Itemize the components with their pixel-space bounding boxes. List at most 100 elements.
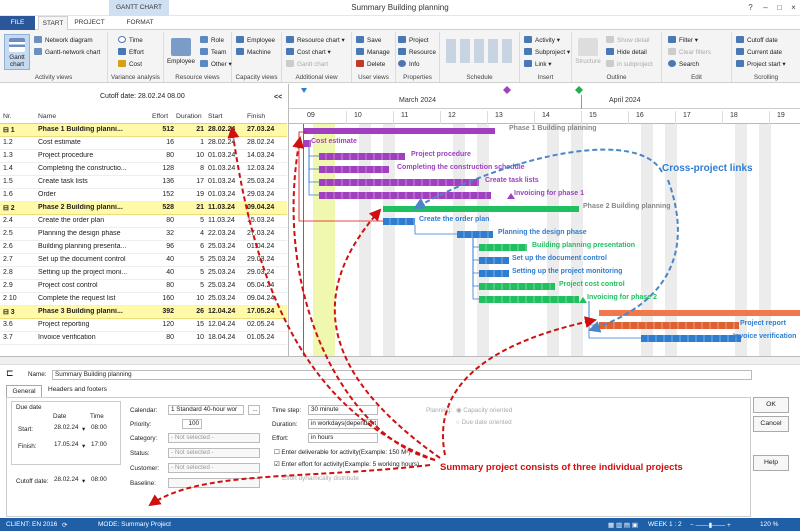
tab-format[interactable]: FORMAT	[120, 16, 160, 30]
calendar-browse-button[interactable]: ...	[248, 405, 260, 415]
due-date-oriented-radio[interactable]: ○ Due date oriented	[456, 419, 512, 426]
capacity-machine-button[interactable]: Machine	[236, 48, 271, 58]
insert-link-dropdown[interactable]: Link ▾	[524, 60, 551, 70]
baseline-select[interactable]	[168, 478, 260, 488]
gantt-network-button[interactable]: Gantt-network chart	[34, 48, 100, 58]
info-button[interactable]: Info	[398, 60, 420, 70]
gantt-chart-button[interactable]: Gantt chart	[4, 34, 30, 70]
team-button[interactable]: Team	[200, 48, 226, 58]
variance-time-button[interactable]: Time	[118, 36, 143, 46]
table-row[interactable]: 1.5 Create task lists 136 17 01.03.24 25.03.2…	[0, 176, 287, 189]
col-effort[interactable]: Effort	[152, 113, 168, 120]
schedule-icons[interactable]	[446, 39, 514, 63]
table-row[interactable]: 2.6 Building planning presenta... 96 6 25.03…	[0, 241, 287, 254]
table-row[interactable]: 2.4 Create the order plan 80 5 11.03.24 15.03…	[0, 215, 287, 228]
effort-checkbox[interactable]: ☑ Enter effort for activity(Example: 5 w…	[274, 461, 419, 468]
col-start[interactable]: Start	[208, 113, 222, 120]
deliverable-checkbox[interactable]: ☐ Enter deliverable for activity(Example…	[274, 449, 411, 456]
role-button[interactable]: Role	[200, 36, 224, 46]
splitter[interactable]	[0, 357, 800, 365]
gantt-chart[interactable]: March 2024 April 2024 09 10 11 12 13 14 15 16 17…	[288, 84, 800, 356]
customer-select[interactable]: - Not selected -	[168, 463, 260, 473]
clear-filters-button[interactable]: Clear filters	[668, 48, 711, 58]
hide-detail-button[interactable]: Hide detail	[606, 48, 647, 58]
network-diagram-button[interactable]: Network diagram	[34, 36, 93, 46]
duration-select[interactable]: in workdays(dependent on project)	[308, 419, 378, 429]
manage-views-button[interactable]: Manage	[356, 48, 390, 58]
variance-effort-button[interactable]: Effort	[118, 48, 144, 58]
minimize-button[interactable]: –	[760, 2, 771, 13]
help-icon[interactable]: ?	[745, 2, 756, 13]
zoom-slider[interactable]: − ——▮—— +	[690, 521, 731, 529]
col-name[interactable]: Name	[38, 113, 56, 120]
close-button[interactable]: ×	[788, 2, 799, 13]
table-row[interactable]: 1.4 Completing the constructio... 128 8 01.0…	[0, 163, 287, 176]
capacity-employee-button[interactable]: Employee	[236, 36, 275, 46]
cutoff-date-input[interactable]: 28.02.24	[52, 476, 82, 486]
table-row[interactable]: 3.6 Project reporting 120 15 12.04.24 02.05.2…	[0, 319, 287, 332]
other-resource-dropdown[interactable]: Other ▾	[200, 60, 232, 70]
col-finish[interactable]: Finish	[247, 113, 265, 120]
additional-gantt-button[interactable]: Gantt chart	[286, 60, 328, 70]
cutoff-time-input[interactable]: 08:00	[89, 476, 117, 486]
start-time-input[interactable]: 08:00	[89, 424, 117, 434]
filter-dropdown[interactable]: Filter ▾	[668, 36, 698, 46]
col-duration[interactable]: Duration	[176, 113, 202, 120]
in-subproject-button[interactable]: in subproject	[606, 60, 653, 70]
priority-input[interactable]: 100	[182, 419, 202, 429]
table-row[interactable]: 3.7 Invoice verification 80 10 18.04.24 01.05…	[0, 332, 287, 345]
finish-time-input[interactable]: 17:00	[89, 441, 117, 451]
table-row[interactable]: 1.2 Cost estimate 16 1 28.02.24 28.02.24	[0, 137, 287, 150]
show-detail-button[interactable]: Show detail	[606, 36, 650, 46]
pin-icon[interactable]: ⊏	[6, 368, 14, 379]
tab-headers-footers[interactable]: Headers and footers	[48, 386, 107, 393]
finish-date-input[interactable]: 17.05.24	[52, 441, 82, 451]
summary-row[interactable]: ⊟ 2 Phase 2 Building planni... 528 21 11.03.…	[0, 202, 287, 215]
table-row[interactable]: 1.3 Project procedure 80 10 01.03.24 14.03.24	[0, 150, 287, 163]
calendar-select[interactable]: 1 Standard 40-hour wor	[168, 405, 244, 415]
ok-button[interactable]: OK	[753, 397, 789, 413]
timestep-select[interactable]: 30 minute	[308, 405, 378, 415]
collapse-table-button[interactable]: <<	[274, 94, 282, 101]
cancel-button[interactable]: Cancel	[753, 416, 789, 432]
tab-start[interactable]: START	[38, 16, 68, 30]
table-row[interactable]: 2.5 Planning the design phase 32 4 22.03.24 2…	[0, 228, 287, 241]
resource-properties-button[interactable]: Resource	[398, 48, 436, 58]
col-nr[interactable]: Nr.	[3, 113, 12, 120]
view-icons[interactable]: ▦ ▥ ▤ ▣	[608, 521, 638, 529]
insert-subproject-dropdown[interactable]: Subproject ▾	[524, 48, 570, 58]
table-row[interactable]: 1.6 Order 152 19 01.03.24 29.03.24	[0, 189, 287, 202]
variance-cost-button[interactable]: Cost	[118, 60, 142, 70]
summary-row[interactable]: ⊟ 3 Phase 3 Building planni... 392 26 12.04.…	[0, 306, 287, 319]
status-select[interactable]: - Not selected -	[168, 448, 260, 458]
category-select[interactable]: - Not selected -	[168, 433, 260, 443]
save-view-button[interactable]: Save	[356, 36, 381, 46]
employee-view-button[interactable]: Employee	[166, 38, 196, 65]
help-button[interactable]: Help	[753, 455, 789, 471]
tab-project[interactable]: PROJECT	[72, 16, 107, 30]
scroll-cutoff-button[interactable]: Cutoff date	[736, 36, 778, 46]
name-input[interactable]: Summary Building planning	[52, 370, 752, 380]
start-date-input[interactable]: 28.02.24	[52, 424, 82, 434]
effort-unit-select[interactable]: in hours	[308, 433, 378, 443]
structure-button[interactable]: Structure	[574, 38, 602, 65]
tab-general[interactable]: General	[6, 385, 42, 397]
tab-file[interactable]: FILE	[0, 16, 35, 30]
cost-chart-dropdown[interactable]: Cost chart ▾	[286, 48, 331, 58]
summary-row[interactable]: ⊟ 1 Phase 1 Building planni... 512 21 28.02.…	[0, 124, 287, 137]
project-properties-button[interactable]: Project	[398, 36, 429, 46]
table-row[interactable]: 2.7 Set up the document control 40 5 25.03.2…	[0, 254, 287, 267]
insert-activity-dropdown[interactable]: Activity ▾	[524, 36, 560, 46]
scroll-current-button[interactable]: Current date	[736, 48, 782, 58]
table-row[interactable]: 2.8 Setting up the project moni... 40 5 25.0…	[0, 267, 287, 280]
table-row[interactable]: 2.9 Project cost control 80 5 25.03.24 05.04.…	[0, 280, 287, 293]
delete-view-button[interactable]: Delete	[356, 60, 385, 70]
effort-distribute-option[interactable]: Effort dynamically distribute	[282, 475, 359, 482]
maximize-button[interactable]: □	[774, 2, 785, 13]
search-button[interactable]: Search	[668, 60, 699, 70]
capacity-oriented-radio[interactable]: ◉ Capacity oriented	[456, 407, 512, 414]
table-row[interactable]: 2 10 Complete the request list 160 10 25.03.…	[0, 293, 287, 306]
resource-chart-dropdown[interactable]: Resource chart ▾	[286, 36, 345, 46]
scroll-project-start-dropdown[interactable]: Project start ▾	[736, 60, 786, 70]
refresh-icon[interactable]: ⟳	[62, 521, 67, 529]
